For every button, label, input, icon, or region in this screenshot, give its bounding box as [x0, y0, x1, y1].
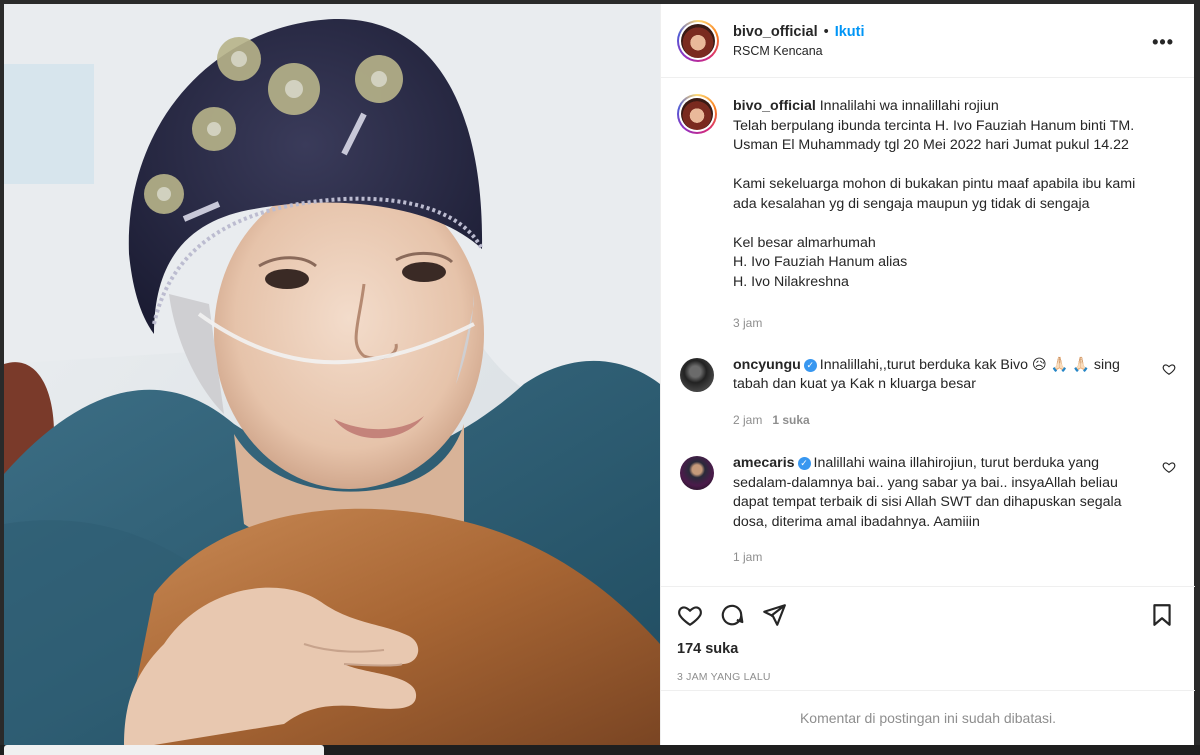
caption-username[interactable]: bivo_official: [733, 98, 816, 114]
commenter-avatar[interactable]: [680, 456, 714, 490]
likes-count[interactable]: 174 suka: [677, 641, 1179, 657]
author-username[interactable]: bivo_official: [733, 24, 818, 40]
author-avatar[interactable]: [677, 19, 719, 62]
caption-text: Innalilahi wa innalillahi rojiun Telah b…: [733, 98, 1136, 290]
comment-item: amecaris ✓ Inalillahi waina illahirojiun, …: [677, 454, 1178, 568]
follow-button[interactable]: Ikuti: [835, 24, 865, 40]
browser-tab-edge: [4, 745, 324, 755]
caption-time: 3 jam: [733, 316, 763, 330]
post-header: bivo_official • Ikuti RSCM Kencana •••: [661, 4, 1194, 78]
verified-badge-icon: ✓: [797, 457, 811, 470]
comments-section[interactable]: bivo_official Innalilahi wa innalillahi …: [661, 78, 1194, 586]
commenter-username[interactable]: amecaris: [733, 455, 795, 471]
comment-time: 2 jam: [733, 412, 763, 427]
post-timestamp[interactable]: 3 JAM YANG LALU: [677, 671, 1179, 683]
screenshot-frame: bivo_official • Ikuti RSCM Kencana ••• b…: [0, 0, 1200, 755]
like-comment-heart-icon[interactable]: [1162, 460, 1176, 474]
comment-time: 1 jam: [733, 550, 763, 564]
comments-limited-notice: Komentar di postingan ini sudah dibatasi…: [661, 690, 1195, 745]
post-panel: bivo_official • Ikuti RSCM Kencana ••• b…: [660, 4, 1195, 745]
commenter-avatar[interactable]: [680, 357, 714, 392]
caption-avatar[interactable]: [677, 94, 717, 134]
bookmark-icon[interactable]: [1149, 602, 1175, 628]
more-options-button[interactable]: •••: [1152, 32, 1174, 53]
portrait-photo: [4, 4, 660, 745]
window-bottom-strip: [0, 745, 1200, 755]
separator-dot: •: [823, 23, 829, 40]
post-location[interactable]: RSCM Kencana: [733, 44, 865, 58]
verified-badge-icon: ✓: [803, 358, 817, 372]
commenter-username[interactable]: oncyungu: [733, 357, 801, 373]
post-actions: 174 suka 3 JAM YANG LALU: [661, 586, 1195, 690]
like-comment-heart-icon[interactable]: [1162, 362, 1176, 376]
comment-icon[interactable]: [719, 602, 745, 628]
comment-likes[interactable]: 1 suka: [772, 413, 809, 427]
heart-icon[interactable]: [677, 602, 703, 628]
caption-block: bivo_official Innalilahi wa innalillahi …: [677, 94, 1178, 334]
send-icon[interactable]: [761, 602, 787, 628]
comment-item: oncyungu ✓ Innalillahi,,turut berduka kak …: [677, 356, 1178, 431]
post-photo[interactable]: [4, 4, 660, 745]
